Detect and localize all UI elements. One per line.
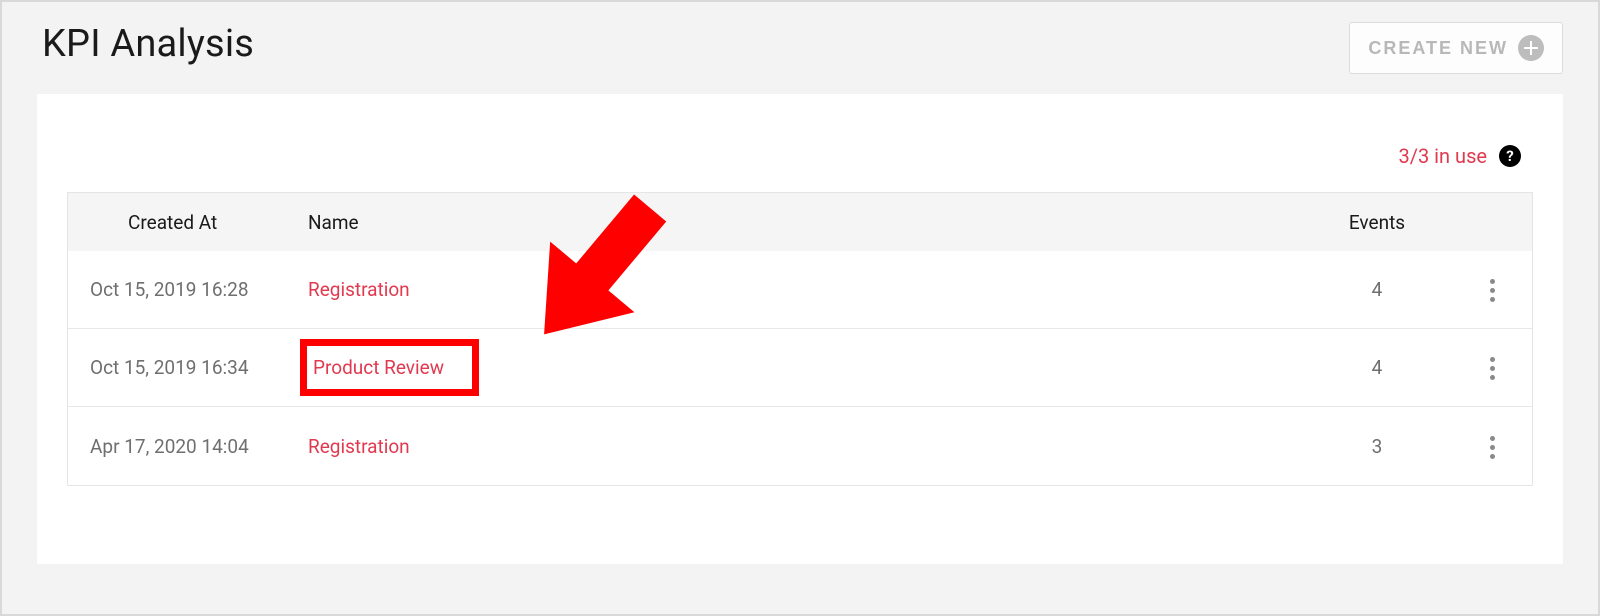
kebab-menu-icon[interactable] <box>1482 271 1503 310</box>
table-body: Oct 15, 2019 16:28Registration4Oct 15, 2… <box>68 251 1532 485</box>
kpi-name-link[interactable]: Registration <box>308 435 410 458</box>
cell-name: Registration <box>308 278 1302 301</box>
help-icon[interactable]: ? <box>1499 145 1521 167</box>
page-frame: KPI Analysis CREATE NEW 3/3 in use ? Cre… <box>0 0 1600 616</box>
cell-events: 4 <box>1302 278 1452 301</box>
col-header-name: Name <box>308 211 1302 234</box>
table-row: Oct 15, 2019 16:34Product Review4 <box>68 329 1532 407</box>
cell-events: 3 <box>1302 435 1452 458</box>
page-header: KPI Analysis CREATE NEW <box>2 22 1598 94</box>
create-new-button[interactable]: CREATE NEW <box>1349 22 1563 74</box>
kebab-menu-icon[interactable] <box>1482 428 1503 467</box>
usage-row: 3/3 in use ? <box>67 144 1533 192</box>
table-header: Created At Name Events <box>68 193 1532 251</box>
cell-created-at: Oct 15, 2019 16:28 <box>68 278 308 301</box>
content-panel: 3/3 in use ? Created At Name Events Oct … <box>37 94 1563 564</box>
kpi-name-link[interactable]: Product Review <box>300 339 479 396</box>
kpi-name-link[interactable]: Registration <box>308 278 410 301</box>
cell-created-at: Apr 17, 2020 14:04 <box>68 435 308 458</box>
kpi-table: Created At Name Events Oct 15, 2019 16:2… <box>67 192 1533 486</box>
cell-actions <box>1452 347 1532 388</box>
usage-text: 3/3 in use <box>1398 144 1487 168</box>
create-new-label: CREATE NEW <box>1368 38 1508 59</box>
cell-events: 4 <box>1302 356 1452 379</box>
cell-actions <box>1452 269 1532 310</box>
cell-actions <box>1452 426 1532 467</box>
table-header-row: Created At Name Events <box>68 193 1532 251</box>
col-header-created-at: Created At <box>68 211 308 234</box>
table-row: Oct 15, 2019 16:28Registration 4 <box>68 251 1532 329</box>
plus-icon <box>1518 35 1544 61</box>
cell-name: Registration <box>308 435 1302 458</box>
table-row: Apr 17, 2020 14:04Registration 3 <box>68 407 1532 485</box>
page-title: KPI Analysis <box>42 22 254 66</box>
cell-name: Product Review <box>308 339 1302 396</box>
cell-created-at: Oct 15, 2019 16:34 <box>68 356 308 379</box>
col-header-events: Events <box>1302 211 1452 234</box>
kebab-menu-icon[interactable] <box>1482 349 1503 388</box>
